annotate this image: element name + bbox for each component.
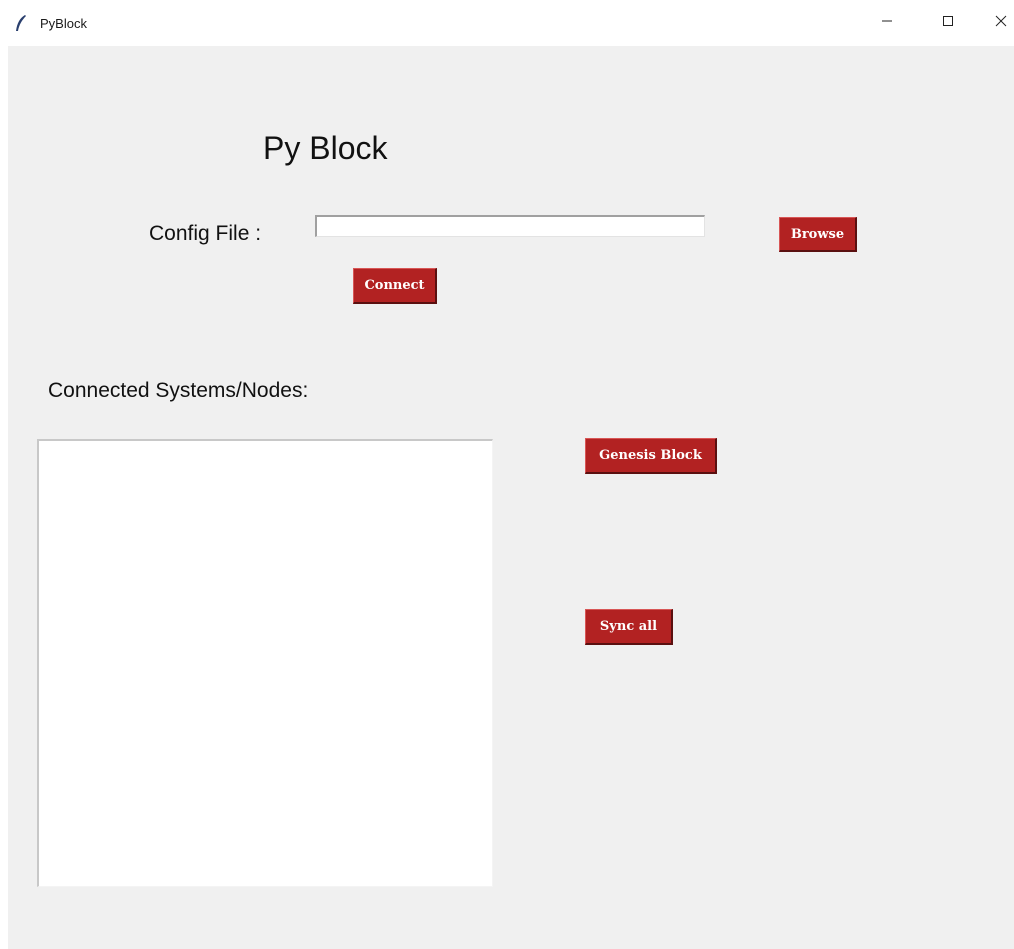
config-file-label: Config File : [149,222,262,245]
minimize-button[interactable] [864,0,910,46]
minimize-icon [881,14,893,32]
close-icon [995,14,1007,32]
browse-button[interactable]: Browse [779,217,857,252]
app-window: PyBlock Py Block Config File : Browse Co… [0,0,1014,949]
genesis-block-button[interactable]: Genesis Block [585,438,717,474]
config-file-input[interactable] [315,215,705,237]
title-bar[interactable]: PyBlock [0,0,1014,46]
page-title: Py Block [263,130,388,166]
connect-button[interactable]: Connect [353,268,437,304]
sync-all-button[interactable]: Sync all [585,609,673,645]
maximize-icon [942,14,954,32]
connected-nodes-label: Connected Systems/Nodes: [48,379,309,402]
close-button[interactable] [978,0,1014,46]
connected-nodes-list[interactable] [37,439,493,887]
maximize-button[interactable] [925,0,971,46]
main-panel: Py Block Config File : Browse Connect Co… [8,46,1014,949]
window-title: PyBlock [40,16,87,31]
feather-icon [14,14,28,32]
